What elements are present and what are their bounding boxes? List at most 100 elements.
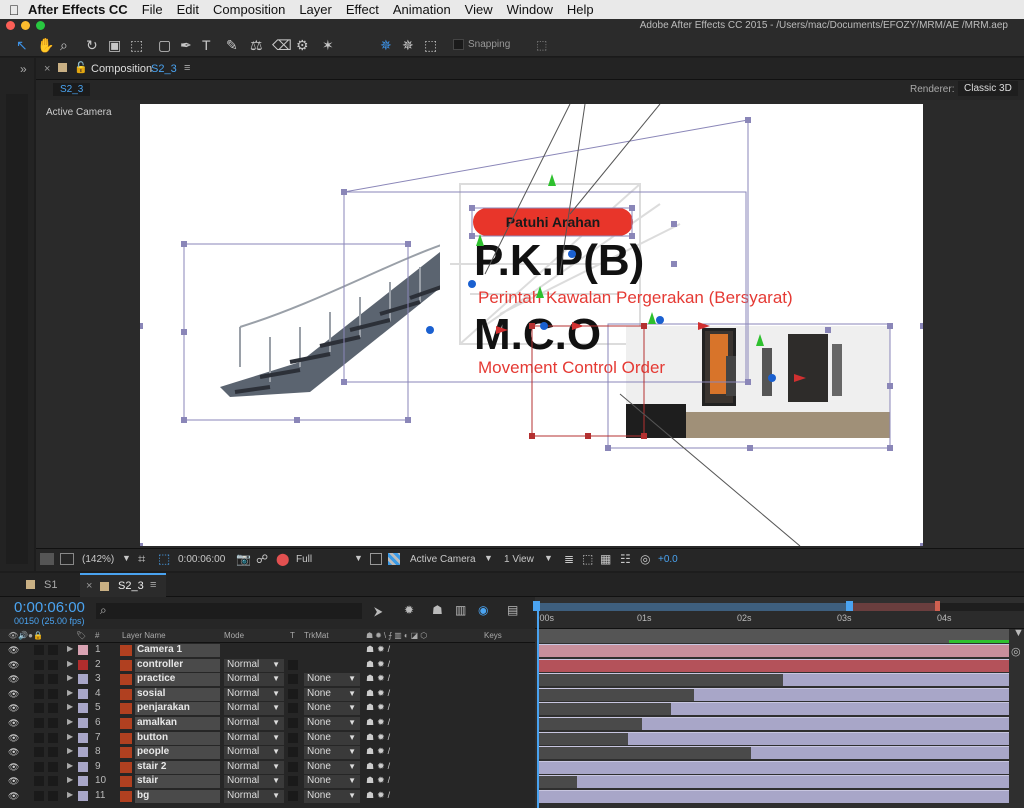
fast-previews-icon[interactable]: ⬚ <box>582 552 593 566</box>
lock-switch[interactable] <box>48 688 58 699</box>
solo-switch[interactable] <box>34 688 44 699</box>
time-marker-end-handle[interactable] <box>935 601 940 611</box>
roto-brush-tool-icon[interactable]: ⚙ <box>296 37 309 53</box>
renderer-value[interactable]: Classic 3D <box>958 81 1018 96</box>
menu-composition[interactable]: Composition <box>213 2 285 17</box>
blend-mode-dropdown[interactable]: Normal ▼ <box>224 775 284 789</box>
blend-mode-dropdown[interactable]: Normal ▼ <box>224 790 284 803</box>
zoom-dropdown[interactable]: (142%) <box>82 554 114 565</box>
layer-duration-bar[interactable] <box>539 760 1009 774</box>
solo-switch[interactable] <box>34 703 44 714</box>
t-column-header[interactable]: T <box>290 631 295 640</box>
expand-triangle-icon[interactable]: ▶ <box>67 717 73 726</box>
work-area-end-handle[interactable] <box>846 601 853 611</box>
comp-button-icon[interactable]: ▼ <box>1013 627 1024 639</box>
blend-mode-dropdown[interactable]: Normal ▼ <box>224 746 284 760</box>
layer-label-color[interactable] <box>78 688 88 699</box>
timeline-track-area[interactable]: :00s 01s 02s 03s 04s ▼ ◎ <box>533 597 1024 808</box>
lock-icon[interactable]: 🔓 <box>74 61 88 74</box>
monitor-icon[interactable] <box>60 553 74 565</box>
resolution-chevron-down-icon[interactable]: ▼ <box>354 553 363 563</box>
eye-icon[interactable]: 👁 <box>8 733 19 744</box>
composition-tab-name[interactable]: S2_3 <box>151 63 177 75</box>
layer-switches[interactable]: ☗✹/ <box>366 673 393 684</box>
layer-duration-bar[interactable] <box>539 658 1009 672</box>
layer-switches[interactable]: ☗✹/ <box>366 790 393 801</box>
menu-animation[interactable]: Animation <box>393 2 451 17</box>
close-tab-icon[interactable]: × <box>86 580 92 592</box>
solo-switch[interactable] <box>34 659 44 670</box>
track-matte-dropdown[interactable]: None ▼ <box>304 717 360 730</box>
local-axis-mode-icon[interactable]: ✵ <box>380 37 392 53</box>
layer-row[interactable]: 👁 ▶ 9 stair 2 Normal ▼ None ▼ ☗✹/ <box>0 760 535 775</box>
layer-label-color[interactable] <box>78 732 88 743</box>
layer-switches[interactable]: ☗✹/ <box>366 644 393 655</box>
expand-triangle-icon[interactable]: ▶ <box>67 659 73 668</box>
solo-switch[interactable] <box>34 776 44 787</box>
track-matte-dropdown[interactable]: None ▼ <box>304 731 360 745</box>
tab-s1[interactable]: S1 <box>44 579 57 591</box>
solo-switch[interactable] <box>34 761 44 772</box>
layer-row[interactable]: 👁 ▶ 5 penjarakan Normal ▼ None ▼ ☗✹/ <box>0 701 535 716</box>
current-time-indicator[interactable] <box>537 611 539 808</box>
lock-switch[interactable] <box>48 791 58 801</box>
clone-stamp-tool-icon[interactable]: ⚖ <box>250 37 263 53</box>
lock-switch[interactable] <box>48 732 58 743</box>
eye-icon[interactable]: 👁 <box>8 718 19 729</box>
layer-switches[interactable]: ☗✹/ <box>366 746 393 757</box>
layer-name[interactable]: stair <box>135 775 220 789</box>
layer-name[interactable]: people <box>135 746 220 760</box>
menu-window[interactable]: Window <box>507 2 553 17</box>
eye-icon[interactable]: 👁 <box>8 776 19 787</box>
expand-triangle-icon[interactable]: ▶ <box>67 761 73 770</box>
layer-row[interactable]: 👁 ▶ 6 amalkan Normal ▼ None ▼ ☗✹/ <box>0 716 535 731</box>
shy-layers-icon[interactable]: ☗ <box>432 603 443 617</box>
view-axis-mode-icon[interactable]: ⬚ <box>424 37 437 53</box>
layer-label-color[interactable] <box>78 659 88 670</box>
zoom-chevron-down-icon[interactable]: ▼ <box>122 553 131 563</box>
layer-duration-bar[interactable] <box>750 746 1009 760</box>
composition-mini-flowchart-icon[interactable]: ⮞ <box>374 604 383 619</box>
layer-name[interactable]: bg <box>135 790 220 803</box>
layer-duration-bar[interactable] <box>628 731 1009 745</box>
menu-layer[interactable]: Layer <box>299 2 332 17</box>
layer-duration-bar[interactable] <box>642 717 1009 730</box>
expand-triangle-icon[interactable]: ▶ <box>67 688 73 697</box>
expand-triangle-icon[interactable]: ▶ <box>67 702 73 711</box>
layer-row[interactable]: 👁 ▶ 1 Camera 1 ☗✹/ <box>0 643 535 658</box>
tab-s2-3[interactable]: S2_3 <box>118 580 144 592</box>
rotation-tool-icon[interactable]: ↻ <box>86 37 98 53</box>
eraser-tool-icon[interactable]: ⌫ <box>272 37 292 53</box>
solo-switch[interactable] <box>34 674 44 685</box>
flowchart-icon[interactable]: ☷ <box>620 552 631 566</box>
solo-switch[interactable] <box>34 645 44 655</box>
show-snapshot-icon[interactable]: ☍ <box>256 552 268 566</box>
color-channels-icon[interactable]: ⬤ <box>276 552 289 566</box>
solo-switch[interactable] <box>34 791 44 801</box>
trkmat-column-header[interactable]: TrkMat <box>304 631 329 640</box>
pan-behind-tool-icon[interactable]: ⬚ <box>130 37 143 53</box>
layer-name[interactable]: practice <box>135 673 220 687</box>
preserve-transparency-checkbox[interactable] <box>288 761 298 772</box>
timeline-icon[interactable]: ▦ <box>600 552 611 566</box>
resolution-dropdown[interactable]: Full <box>296 554 312 565</box>
blend-mode-dropdown[interactable]: Normal ▼ <box>224 658 284 672</box>
keys-column-header[interactable]: Keys <box>484 631 502 640</box>
close-window-button[interactable] <box>6 21 15 30</box>
layer-duration-bar[interactable] <box>576 775 1009 789</box>
layer-search-input[interactable]: ⌕ <box>96 603 362 619</box>
world-axis-mode-icon[interactable]: ✵ <box>402 37 414 53</box>
layer-row[interactable]: 👁 ▶ 3 practice Normal ▼ None ▼ ☗✹/ <box>0 672 535 687</box>
view-chevron-down-icon[interactable]: ▼ <box>484 553 493 563</box>
eye-icon[interactable]: 👁 <box>8 747 19 758</box>
preserve-transparency-checkbox[interactable] <box>288 674 298 685</box>
composition-tab-label[interactable]: Composition <box>91 63 152 75</box>
frame-blending-icon[interactable]: ▥ <box>455 603 466 617</box>
preserve-transparency-checkbox[interactable] <box>288 703 298 714</box>
track-matte-dropdown[interactable]: None ▼ <box>304 790 360 803</box>
menu-file[interactable]: File <box>142 2 163 17</box>
layer-row[interactable]: 👁 ▶ 7 button Normal ▼ None ▼ ☗✹/ <box>0 731 535 746</box>
layer-row[interactable]: 👁 ▶ 2 controller Normal ▼ ☗✹/ <box>0 658 535 673</box>
layer-label-color[interactable] <box>78 747 88 758</box>
layer-name[interactable]: amalkan <box>135 717 220 730</box>
